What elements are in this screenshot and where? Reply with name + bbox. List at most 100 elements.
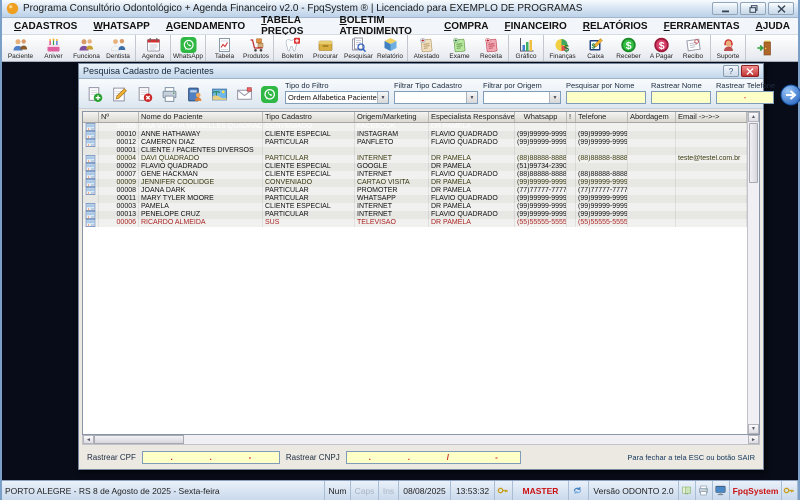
tool-button[interactable] xyxy=(259,84,280,105)
column-header[interactable]: Telefone xyxy=(576,112,628,122)
table-row[interactable]: 00013 PENELOPE CRUZ PARTICULAR INTERNET … xyxy=(83,211,747,219)
trace-phone-input[interactable]: - xyxy=(716,91,774,104)
table-row[interactable]: 00002 FLAVIO QUADRADO CLIENTE ESPECIAL G… xyxy=(83,163,747,171)
scrollbar-thumb[interactable] xyxy=(749,123,758,183)
cell-approach xyxy=(628,131,676,139)
toolbar-button[interactable]: $ Caixa xyxy=(579,35,612,61)
scroll-right-icon[interactable]: ► xyxy=(748,435,759,444)
row-photo-icon xyxy=(83,171,99,179)
menu-item[interactable]: WHATSAPP xyxy=(85,20,158,33)
table-row[interactable]: 00001 CLIENTE / PACIENTES DIVERSOS xyxy=(83,147,747,155)
status-segment: Num xyxy=(325,481,351,500)
scroll-left-icon[interactable]: ◄ xyxy=(83,435,94,444)
toolbar-button[interactable]: Relatório xyxy=(375,35,408,61)
cell-whatsapp: (99)99999-9999 xyxy=(515,179,567,187)
table-row[interactable]: 00010 ANNE HATHAWAY CLIENTE ESPECIAL INS… xyxy=(83,131,747,139)
scroll-up-icon[interactable]: ▲ xyxy=(748,112,759,122)
minimize-button[interactable] xyxy=(712,2,738,15)
table-row[interactable]: 00008 JOANA DARK PARTICULAR PROMOTER DR … xyxy=(83,187,747,195)
toolbar-button[interactable]: Receita xyxy=(476,35,509,61)
close-button[interactable] xyxy=(768,2,794,15)
filter-origin-select[interactable]: ▼ xyxy=(483,91,561,104)
filter-registration-select[interactable]: ▼ xyxy=(394,91,478,104)
table-row[interactable]: 00007 GENE HACKMAN CLIENTE ESPECIAL INTE… xyxy=(83,171,747,179)
column-header[interactable]: Tipo Cadastro xyxy=(263,112,355,122)
trace-name-input[interactable] xyxy=(651,91,711,104)
column-header[interactable]: Whatsapp xyxy=(515,112,567,122)
table-row[interactable]: 00011 MARY TYLER MOORE PARTICULAR WHATSA… xyxy=(83,195,747,203)
scrollbar-thumb[interactable] xyxy=(94,435,184,444)
tool-button[interactable] xyxy=(109,84,130,105)
panel-title: Pesquisa Cadastro de Pacientes xyxy=(83,66,214,76)
cell-whatsapp xyxy=(515,123,567,131)
vertical-scrollbar[interactable]: ▲ ▼ xyxy=(747,112,759,434)
horizontal-scrollbar[interactable]: ◄ ► xyxy=(82,435,760,445)
menu-item[interactable]: FERRAMENTAS xyxy=(656,20,748,33)
table-row[interactable]: 00005 ANA VITÓRIA MEIRELLES QUADRADO CON… xyxy=(83,123,747,131)
toolbar-button[interactable]: $ Finanças xyxy=(546,35,579,61)
toolbar-button[interactable]: $ Receber xyxy=(612,35,645,61)
scrollbar-track[interactable] xyxy=(184,435,748,444)
column-header[interactable] xyxy=(83,112,99,122)
toolbar-button[interactable]: $ A Pagar xyxy=(645,35,678,61)
go-button[interactable] xyxy=(780,83,800,106)
table-row[interactable]: 00003 PAMELA CLIENTE ESPECIAL INTERNET D… xyxy=(83,203,747,211)
menu-item[interactable]: AGENDAMENTO xyxy=(158,20,253,33)
table-row[interactable]: 00006 RICARDO ALMEIDA SUS TELEVISÃO DR P… xyxy=(83,219,747,227)
column-header[interactable]: Nº xyxy=(99,112,139,122)
cell-phone: (99)99999-9999 xyxy=(576,179,628,187)
table-row[interactable]: 00004 DAVI QUADRADO PARTICULAR INTERNET … xyxy=(83,155,747,163)
column-header[interactable]: ! xyxy=(567,112,576,122)
menu-item[interactable]: RELATÓRIOS xyxy=(575,20,656,33)
table-row[interactable]: 00009 JENNIFER COOLIDGE CONVENIADO CARTÃ… xyxy=(83,179,747,187)
toolbar-button[interactable]: Tabela xyxy=(208,35,241,61)
toolbar-button[interactable]: Agenda xyxy=(138,35,171,61)
tool-button[interactable] xyxy=(134,84,155,105)
status-text: Num xyxy=(329,486,347,496)
toolbar-button[interactable]: Suporte xyxy=(713,35,746,61)
toolbar-button[interactable]: Recibo xyxy=(678,35,711,61)
status-segment xyxy=(569,481,589,500)
help-button[interactable]: ? xyxy=(723,65,739,77)
toolbar-button[interactable]: Pesquisar xyxy=(342,35,375,61)
tool-button[interactable] xyxy=(234,84,255,105)
scroll-down-icon[interactable]: ▼ xyxy=(748,424,759,434)
filter-origin: Filtrar por Origem ▼ xyxy=(483,80,561,104)
column-header[interactable]: Abordagem xyxy=(628,112,676,122)
toolbar-button[interactable]: Atestado xyxy=(410,35,443,61)
column-header[interactable]: Nome do Paciente xyxy=(139,112,263,122)
toolbar-label: Pesquisar xyxy=(344,53,373,60)
toolbar-button[interactable]: Dentista xyxy=(103,35,136,61)
tool-button[interactable] xyxy=(209,84,230,105)
toolbar-button[interactable]: WhatsApp xyxy=(173,35,206,61)
filter-type-select[interactable]: Ordem Alfabetica Paciente ▼ xyxy=(285,91,389,104)
toolbar-button[interactable]: Paciente xyxy=(4,35,37,61)
search-name-input[interactable] xyxy=(566,91,646,104)
cpf-input[interactable]: . . - xyxy=(142,451,280,464)
toolbar-button[interactable]: Aniver xyxy=(37,35,70,61)
filter-origin-label: Filtrar por Origem xyxy=(483,81,561,90)
toolbar-button[interactable]: Exame xyxy=(443,35,476,61)
toolbar-button[interactable]: Procurar xyxy=(309,35,342,61)
cell-flag xyxy=(567,195,576,203)
tool-button[interactable] xyxy=(159,84,180,105)
menu-item[interactable]: AJUDA xyxy=(748,20,798,33)
monitor-icon xyxy=(715,485,726,496)
toolbar-button[interactable]: Gráfico xyxy=(511,35,544,61)
restore-button[interactable] xyxy=(740,2,766,15)
toolbar-button[interactable] xyxy=(748,35,781,61)
toolbar-button[interactable]: Produtos xyxy=(241,35,274,61)
tool-button[interactable] xyxy=(184,84,205,105)
menu-item[interactable]: FINANCEIRO xyxy=(497,20,575,33)
tool-button[interactable] xyxy=(84,84,105,105)
panel-close-button[interactable] xyxy=(741,65,759,77)
menu-item[interactable]: CADASTROS xyxy=(6,20,85,33)
column-header[interactable]: Email ->->-> xyxy=(676,112,747,122)
toolbar-button[interactable]: Funciona xyxy=(70,35,103,61)
column-header[interactable]: Especialista Responsável xyxy=(429,112,515,122)
menu-item[interactable]: COMPRA xyxy=(436,20,496,33)
cnpj-input[interactable]: . . / - xyxy=(346,451,521,464)
column-header[interactable]: Origem/Marketing xyxy=(355,112,429,122)
table-row[interactable]: 00012 CAMERON DIAZ PARTICULAR PANFLETO F… xyxy=(83,139,747,147)
toolbar-button[interactable]: Boletim xyxy=(276,35,309,61)
